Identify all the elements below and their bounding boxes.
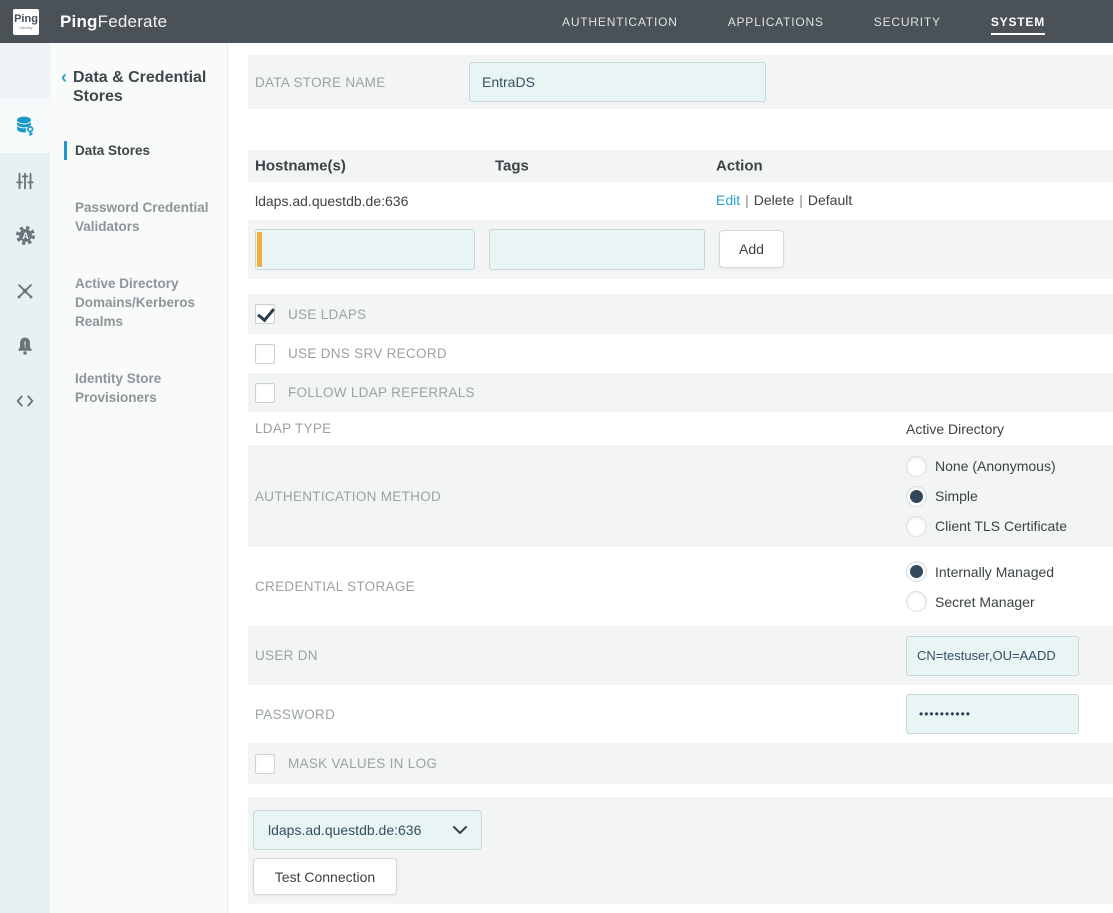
primary-nav: AUTHENTICATION APPLICATIONS SECURITY SYS… [562,9,1045,35]
follow-ldap-referrals-label: FOLLOW LDAP REFERRALS [288,385,475,400]
logo-subtext: Identity [20,26,33,30]
sidebar-section-title: Data & Credential Stores [73,68,209,106]
api-explorer-icon[interactable] [0,373,50,428]
sidebar-item-data-stores[interactable]: Data Stores [64,141,217,160]
data-credential-stores-icon[interactable] [0,98,50,153]
hostname-select-value: ldaps.ad.questdb.de:636 [268,822,453,838]
icon-rail: A ! [0,43,50,913]
ldap-type-label: LDAP TYPE [255,421,332,436]
ldap-type-value: Active Directory [906,421,1004,437]
new-hostname-input[interactable] [255,229,475,270]
app-title: PingFederate [60,12,167,32]
radio-label: Simple [935,488,978,504]
server-settings-icon[interactable] [0,153,50,208]
svg-text:!: ! [24,340,27,349]
authentication-method-options: None (Anonymous) Simple Client TLS Certi… [906,445,1067,547]
password-label: PASSWORD [255,707,335,722]
hostnames-table-header: Hostname(s) Tags Action [248,150,1113,182]
notifications-icon[interactable]: ! [0,318,50,373]
app-title-light: Federate [98,12,168,31]
nav-authentication[interactable]: AUTHENTICATION [562,9,678,35]
radio-unselected-icon[interactable] [906,456,927,477]
action-separator: | [740,192,754,208]
nav-applications[interactable]: APPLICATIONS [728,9,824,35]
radio-option-simple[interactable]: Simple [906,481,1067,511]
sidebar-item-identity-store-provisioners[interactable]: Identity Store Provisioners [64,369,217,407]
admin-accounts-icon[interactable]: A [0,208,50,263]
use-ldaps-checkbox[interactable] [255,304,275,324]
mask-values-row: MASK VALUES IN LOG [248,743,1113,784]
main-content: DATA STORE NAME Hostname(s) Tags Action … [228,43,1113,913]
mask-values-label: MASK VALUES IN LOG [288,756,437,771]
credential-storage-options: Internally Managed Secret Manager [906,547,1054,626]
credential-storage-label: CREDENTIAL STORAGE [255,579,415,594]
follow-ldap-referrals-checkbox[interactable] [255,383,275,403]
col-tags: Tags [495,158,529,175]
top-navbar: Ping Identity PingFederate AUTHENTICATIO… [0,0,1113,43]
hostname-actions: Edit|Delete|Default [716,192,852,210]
sidebar-back-header[interactable]: ‹ Data & Credential Stores [61,68,227,106]
authentication-method-label: AUTHENTICATION METHOD [255,489,441,504]
radio-label: Client TLS Certificate [935,518,1067,534]
integrations-icon[interactable] [0,263,50,318]
radio-option-client-tls-certificate[interactable]: Client TLS Certificate [906,511,1067,541]
radio-selected-icon[interactable] [906,486,927,507]
new-tags-input[interactable] [489,229,705,270]
edit-link[interactable]: Edit [716,192,740,208]
data-store-name-input[interactable] [469,62,766,102]
mask-values-checkbox[interactable] [255,754,275,774]
nav-system[interactable]: SYSTEM [991,9,1045,35]
use-dns-srv-checkbox[interactable] [255,344,275,364]
use-ldaps-row: USE LDAPS [248,294,1113,334]
password-input[interactable] [906,694,1079,734]
radio-option-internally-managed[interactable]: Internally Managed [906,557,1054,587]
data-store-name-row: DATA STORE NAME [248,55,1113,109]
password-row: PASSWORD [248,685,1113,743]
ldap-type-row: LDAP TYPE Active Directory [248,412,1113,445]
svg-text:A: A [22,231,29,241]
col-hostnames: Hostname(s) [255,158,346,175]
sidebar-items: Data Stores Password Credential Validato… [50,141,227,407]
sidebar-item-ad-domains-kerberos-realms[interactable]: Active Directory Domains/Kerberos Realms [64,274,217,331]
radio-label: Secret Manager [935,594,1035,610]
use-dns-srv-label: USE DNS SRV RECORD [288,346,447,361]
back-chevron-icon[interactable]: ‹ [61,68,67,106]
test-connection-button[interactable]: Test Connection [253,858,397,895]
radio-label: None (Anonymous) [935,458,1056,474]
add-button[interactable]: Add [719,230,784,268]
use-ldaps-label: USE LDAPS [288,307,366,322]
logo-text: Ping [14,14,38,25]
use-dns-srv-row: USE DNS SRV RECORD [248,334,1113,373]
add-hostname-row: Add [248,220,1113,279]
rail-spacer [0,43,50,98]
hostname-value: ldaps.ad.questdb.de:636 [255,193,408,209]
action-separator: | [794,192,808,208]
follow-ldap-referrals-row: FOLLOW LDAP REFERRALS [248,373,1113,412]
radio-unselected-icon[interactable] [906,516,927,537]
data-store-name-label: DATA STORE NAME [255,75,386,90]
authentication-method-row: AUTHENTICATION METHOD None (Anonymous) S… [248,445,1113,547]
secondary-sidebar: ‹ Data & Credential Stores Data Stores P… [50,43,228,913]
radio-label: Internally Managed [935,564,1054,580]
required-field-indicator [255,229,475,270]
radio-option-secret-manager[interactable]: Secret Manager [906,587,1054,617]
sidebar-item-password-credential-validators[interactable]: Password Credential Validators [64,198,217,236]
delete-link[interactable]: Delete [754,192,794,208]
ping-identity-logo: Ping Identity [13,9,39,35]
hostname-select[interactable]: ldaps.ad.questdb.de:636 [253,810,482,850]
chevron-down-icon [453,826,467,835]
radio-option-none-anonymous[interactable]: None (Anonymous) [906,451,1067,481]
hostname-table-row: ldaps.ad.questdb.de:636 Edit|Delete|Defa… [248,182,1113,220]
app-title-bold: Ping [60,12,98,31]
default-link[interactable]: Default [808,192,852,208]
radio-unselected-icon[interactable] [906,591,927,612]
nav-security[interactable]: SECURITY [874,9,941,35]
credential-storage-row: CREDENTIAL STORAGE Internally Managed Se… [248,547,1113,626]
col-action: Action [716,158,763,175]
user-dn-input[interactable] [906,636,1079,676]
radio-selected-icon[interactable] [906,561,927,582]
connection-test-section: ldaps.ad.questdb.de:636 Test Connection [248,797,1113,904]
user-dn-row: USER DN [248,626,1113,685]
user-dn-label: USER DN [255,648,318,663]
